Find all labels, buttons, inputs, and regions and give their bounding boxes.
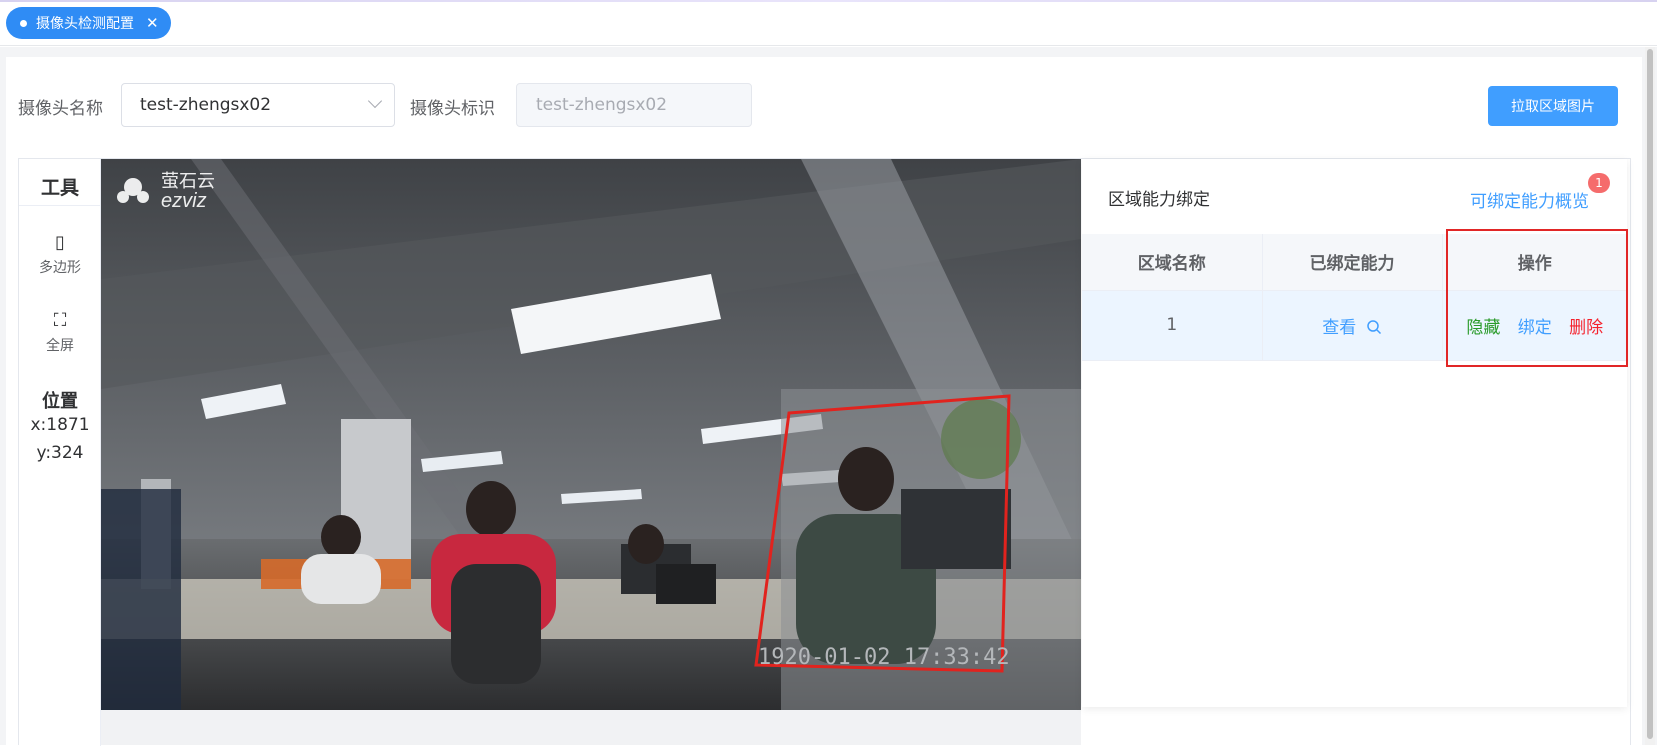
- person-head: [466, 481, 516, 537]
- person-body: [301, 554, 381, 604]
- tab-camera-config[interactable]: 摄像头检测配置 ✕: [6, 7, 171, 39]
- col-bound-ability: 已绑定能力: [1262, 234, 1443, 291]
- toolbar-divider: [19, 205, 101, 206]
- camera-scene: 萤石云 ezviz 1920-01-02 17:33:42: [101, 159, 1081, 710]
- video-footer-area: [101, 710, 1081, 745]
- scrollbar-thumb[interactable]: [1647, 49, 1653, 739]
- col-region-name: 区域名称: [1082, 234, 1263, 291]
- person-head: [321, 515, 361, 559]
- video-timestamp: 1920-01-02 17:33:42: [758, 645, 1010, 670]
- tool-polygon-label: 多边形: [39, 260, 81, 276]
- fullscreen-icon: ⛶: [53, 310, 67, 331]
- tab-bar: 摄像头检测配置 ✕: [0, 2, 1657, 46]
- panel-header: 区域能力绑定 可绑定能力概览 1: [1082, 159, 1627, 234]
- laptop: [656, 564, 716, 604]
- camera-name-label: 摄像头名称: [18, 99, 103, 119]
- tool-fullscreen-label: 全屏: [46, 338, 74, 354]
- notification-badge: 1: [1588, 173, 1610, 193]
- backpack: [451, 564, 541, 684]
- camera-video-canvas[interactable]: 萤石云 ezviz 1920-01-02 17:33:42: [101, 159, 1081, 710]
- person-head: [838, 447, 894, 511]
- person-head: [628, 524, 664, 564]
- logo-en-text: ezviz: [161, 190, 207, 212]
- page-scrollbar[interactable]: [1645, 47, 1655, 745]
- foreground-person: [101, 489, 181, 710]
- position-y: y:324: [36, 443, 84, 463]
- search-icon: [1366, 319, 1381, 334]
- logo-cn-text: 萤石云: [161, 171, 215, 191]
- view-label: 查看: [1322, 317, 1357, 338]
- pull-region-image-button[interactable]: 拉取区域图片: [1488, 86, 1618, 126]
- close-icon[interactable]: ✕: [146, 14, 159, 32]
- tool-polygon[interactable]: ▯ 多边形: [19, 233, 101, 277]
- view-cell: 查看: [1262, 290, 1443, 361]
- monitor: [901, 489, 1011, 569]
- highlight-box: [1446, 229, 1628, 367]
- tool-sidebar: 工具 ▯ 多边形 ⛶ 全屏 位置 x:1871 y:324: [19, 159, 101, 746]
- view-link[interactable]: 查看: [1322, 318, 1381, 338]
- region-name-cell: 1: [1082, 290, 1263, 361]
- tab-label: 摄像头检测配置: [36, 16, 134, 32]
- position-x: x:1871: [30, 415, 90, 435]
- camera-id-label: 摄像头标识: [410, 99, 495, 119]
- tool-fullscreen[interactable]: ⛶ 全屏: [19, 311, 101, 355]
- camera-id-value: test-zhengsx02: [536, 95, 668, 115]
- overview-link[interactable]: 可绑定能力概览: [1470, 187, 1589, 212]
- camera-name-select[interactable]: test-zhengsx02: [121, 83, 395, 127]
- toolbar-title: 工具: [40, 177, 79, 199]
- camera-name-value: test-zhengsx02: [140, 95, 272, 115]
- position-title: 位置: [42, 391, 78, 412]
- polygon-icon: ▯: [55, 232, 65, 253]
- active-dot-icon: [20, 19, 27, 27]
- camera-id-input[interactable]: test-zhengsx02: [516, 83, 752, 127]
- chevron-down-icon: [367, 93, 383, 109]
- panel-title: 区域能力绑定: [1108, 190, 1210, 210]
